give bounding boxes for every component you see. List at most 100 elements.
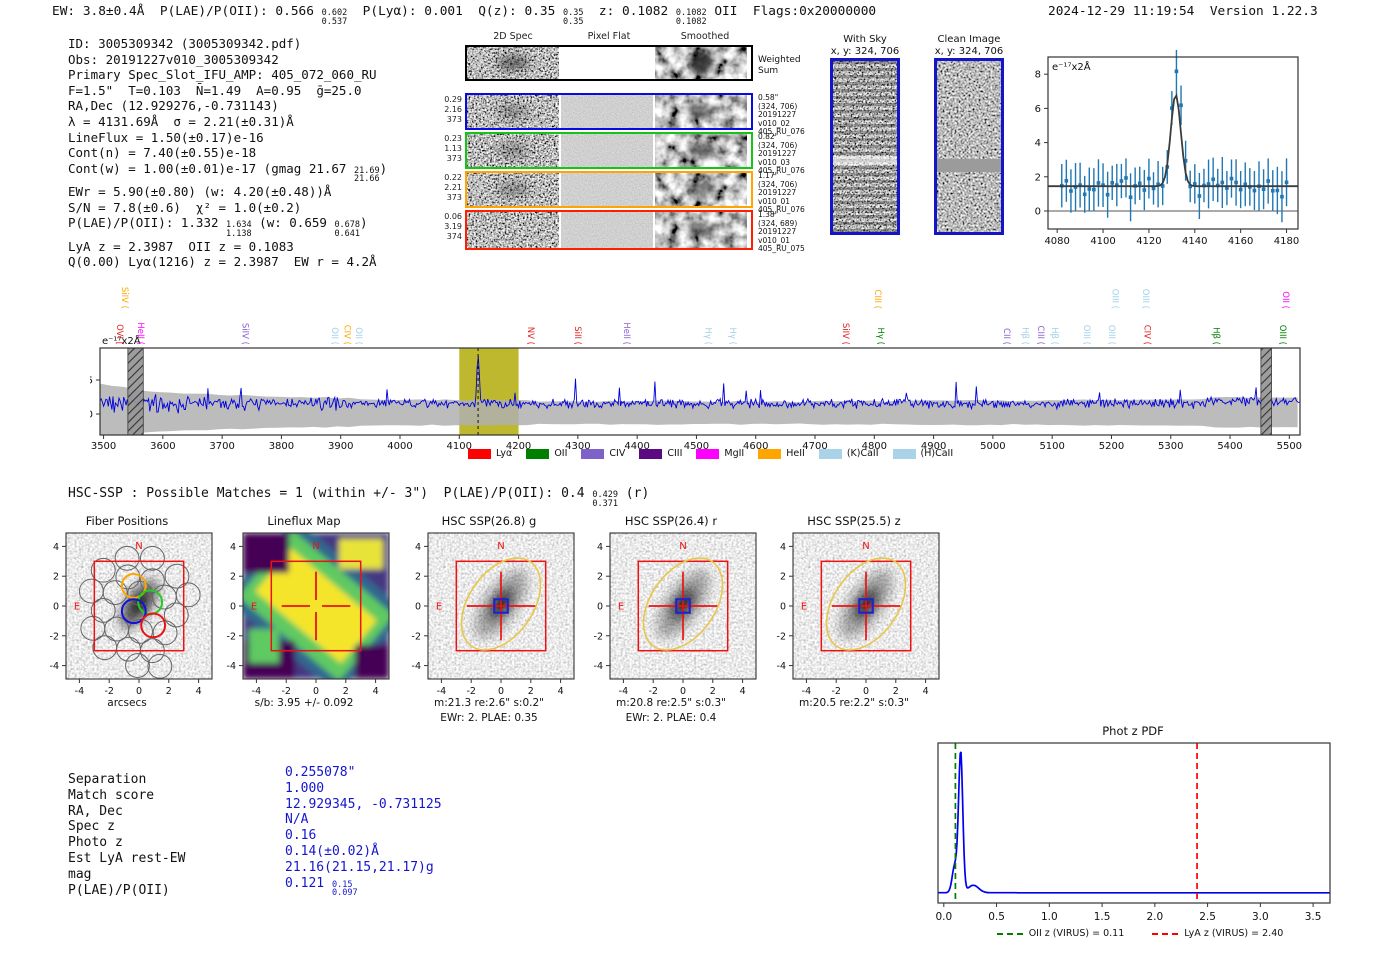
match-value-3: N/A [285,812,309,828]
svg-text:0: 0 [597,602,603,613]
match-table-labels: Separation Match score RA, Dec Spec z Photo … [68,772,185,898]
hsc-match-line: HSC-SSP : Possible Matches = 1 (within +… [68,486,650,509]
svg-text:2: 2 [230,572,236,583]
svg-text:-4: -4 [777,661,786,672]
svg-text:CIII (: CIII ( [1035,326,1045,345]
svg-text:4080: 4080 [1044,236,1069,247]
svg-text:2: 2 [597,572,603,583]
cutout-plot-1: N E -4 -4 -2 -2 0 0 2 2 4 4 [227,532,390,697]
svg-text:N: N [679,541,686,552]
info-line-11: P(LAE)/P(OII): 1.332 1.634 1.138 (w: 0.65… [68,215,368,239]
svg-text:0: 0 [863,686,869,697]
svg-text:OII (: OII ( [329,327,339,345]
svg-text:Hβ (: Hβ ( [1020,327,1030,345]
svg-text:E: E [251,602,257,613]
info-line-9: EWr = 5.90(±0.80) (w: 4.20(±0.48))Å [68,184,332,200]
svg-text:HeII (: HeII ( [135,322,145,345]
match-label-4: Photo z [68,835,123,851]
spec2d-row-3: 0.22 2.21 373 1.17" (324, 706) 20191227 v… [440,171,805,214]
svg-text:-4: -4 [619,686,628,697]
svg-text:CIV (: CIV ( [341,325,351,345]
svg-text:-4: -4 [437,686,446,697]
svg-text:-4: -4 [594,661,603,672]
svg-text:0: 0 [136,686,142,697]
info-line-7: Cont(n) = 7.40(±0.55)e-18 [68,145,257,161]
photz-legend-item-0: OII z (VIRUS) = 0.11 [996,928,1124,939]
match-value-6: 21.16(21.15,21.17)g [285,859,434,875]
info-line-4: RA,Dec (12.929276,-0.731143) [68,98,279,114]
svg-text:2: 2 [415,572,421,583]
cutout-plot-4: N E -4 -4 -2 -2 0 0 2 2 4 4 [777,532,940,697]
legend-item-4: MgII [696,448,744,459]
cutout-caption2-3: EWr: 2. PLAE: 0.4 [625,712,717,724]
svg-text:OIII (: OIII ( [1277,325,1287,345]
svg-text:CIII (: CIII ( [872,290,882,309]
svg-text:-2: -2 [281,686,290,697]
svg-text:0: 0 [1035,207,1041,218]
svg-text:Hγ (: Hγ ( [727,328,737,345]
cutout-caption1-0: arcsecs [107,697,147,709]
main-spectrum-plot: 3500 3600 3700 3800 3900 4000 4100 4200 4300 4400… [90,287,1302,452]
svg-text:-4: -4 [75,686,84,697]
svg-text:5100: 5100 [1039,441,1064,452]
svg-text:OVI [: OVI [ [114,324,124,345]
info-line-6: LineFlux = 1.50(±0.17)e-16 [68,129,264,145]
match-value-5: 0.14(±0.02)Å [285,843,379,859]
legend-swatch-7 [892,448,916,459]
svg-text:E: E [801,602,807,613]
spec2d-row-2-right-label: 0.82" (324, 706) 20191227 v010_03 405_RU… [758,132,805,176]
spec2d-row-0: Weighted Sum [440,45,801,81]
svg-text:-2: -2 [227,631,236,642]
match-label-0: Separation [68,772,147,787]
spec2d-row-2-left-label: 0.23 1.13 373 [444,134,462,163]
svg-text:0: 0 [780,602,786,613]
svg-text:CIV (: CIV ( [1142,325,1152,345]
svg-text:SiIV (: SiIV ( [840,323,850,345]
svg-text:4140: 4140 [1182,236,1207,247]
version-label: Version 1.22.3 [1209,4,1318,19]
match-label-7: P(LAE)/P(OII) [68,882,170,898]
detection-info-block: ID: 3005309342 (3005309342.pdf) Obs: 2019… [68,36,468,270]
legend-item-7: (H)CaII [892,448,953,459]
withsky-title: With Sky x, y: 324, 706 [830,34,900,57]
photz-pdf-plot: 0.0 0.5 1.0 1.5 2.0 2.5 3.0 3.5 [935,742,1331,923]
svg-text:0: 0 [230,602,236,613]
svg-text:OIII (: OIII ( [1081,325,1091,345]
match-value-2: 12.929345, -0.731125 [285,796,442,812]
svg-text:Hβ (: Hβ ( [1210,327,1220,345]
spec2d-row-3-strip [465,171,753,208]
svg-text:0: 0 [313,686,319,697]
svg-text:1.0: 1.0 [1041,911,1058,923]
svg-text:4: 4 [415,542,421,553]
zoom-spectrum-plot: 4080 4100 4120 4140 4160 4180 0 2 4 6 8 e⁻¹⁷x2Å [1035,50,1299,247]
cutout-caption1-3: m:20.8 re:2.5" s:0.3" [616,697,726,709]
svg-text:3900: 3900 [328,441,353,452]
svg-text:5000: 5000 [980,441,1005,452]
svg-text:-4: -4 [227,661,236,672]
svg-text:E: E [436,602,442,613]
cutout-title-0: Fiber Positions [85,514,169,528]
legend-label-0: Lyα [496,448,513,459]
svg-text:-4: -4 [50,661,59,672]
svg-text:E: E [618,602,624,613]
legend-swatch-3 [639,448,663,459]
legend-label-4: MgII [724,448,745,459]
info-line-10: S/N = 7.8(±0.6) χ² = 1.0(±0.2) [68,199,302,215]
photz-legend-dash-0 [996,932,1023,935]
svg-text:5400: 5400 [1217,441,1242,452]
spec2d-row-1-right-label: 0.58" (324, 706) 20191227 v010_02 405_RU… [758,93,805,137]
legend-item-6: (K)CaII [818,448,879,459]
svg-text:OIII (: OIII ( [1140,289,1150,309]
svg-text:2: 2 [893,686,899,697]
svg-text:3800: 3800 [269,441,294,452]
legend-swatch-0 [468,448,491,459]
svg-text:-2: -2 [831,686,840,697]
spec2d-row-2-strip [465,132,753,169]
svg-text:Hγ (: Hγ ( [702,328,712,345]
svg-text:N: N [135,541,142,552]
cutout-caption2-2: EWr: 2. PLAE: 0.35 [440,712,538,724]
info-line-0: ID: 3005309342 (3005309342.pdf) [68,36,302,51]
spec2d-row-0-strip [465,45,753,81]
cutout-title-3: HSC SSP(26.4) r [624,514,718,528]
svg-text:5: 5 [90,376,93,387]
